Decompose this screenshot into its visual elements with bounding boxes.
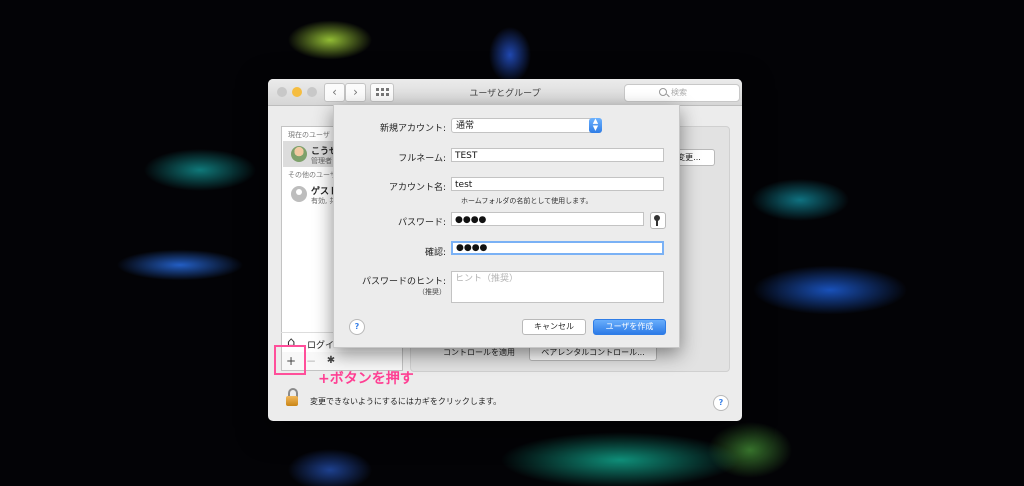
new-account-label: 新規アカウント: <box>379 124 446 134</box>
full-name-field[interactable]: TEST <box>451 148 664 162</box>
chevron-updown-icon: ▲ ▼ <box>589 118 602 133</box>
other-users-header: その他のユーザ <box>288 171 337 179</box>
annotation-text: +ボタンを押す <box>318 371 414 387</box>
search-placeholder: 検索 <box>671 88 687 97</box>
create-user-button[interactable]: ユーザを作成 <box>593 319 666 335</box>
account-type-value: 通常 <box>456 121 475 131</box>
help-button[interactable]: ? <box>713 395 729 411</box>
password-assistant-button[interactable] <box>650 212 666 229</box>
account-name-field[interactable]: test <box>451 177 664 191</box>
search-icon <box>659 88 667 96</box>
guest-avatar-icon <box>291 186 307 202</box>
account-name-note: ホームフォルダの名前として使用します。 <box>461 197 593 205</box>
hint-label: パスワードのヒント: <box>361 277 446 287</box>
password-field[interactable]: ●●●● <box>451 212 644 226</box>
lock-text: 変更できないようにするにはカギをクリックします。 <box>310 397 502 406</box>
avatar <box>291 146 307 162</box>
password-label: パスワード: <box>397 218 446 228</box>
verify-password-field[interactable]: ●●●● <box>451 241 664 255</box>
title-bar: ‹ › ユーザとグループ 検索 <box>268 79 742 106</box>
account-type-select[interactable]: 通常 ▲ ▼ <box>451 118 602 133</box>
lock-icon[interactable] <box>286 388 298 406</box>
controls-label: コントロールを適用 <box>443 348 515 357</box>
add-button-highlight <box>274 345 306 375</box>
verify-label: 確認: <box>424 248 446 258</box>
hint-sublabel: （推奨） <box>418 288 446 296</box>
current-users-header: 現在のユーザ <box>288 131 330 139</box>
new-user-sheet: 新規アカウント: 通常 ▲ ▼ フルネーム: TEST アカウント名: test … <box>333 105 680 348</box>
password-hint-field[interactable]: ヒント（推奨） <box>451 271 664 303</box>
search-input[interactable]: 検索 <box>624 84 740 102</box>
account-name-label: アカウント名: <box>388 183 446 193</box>
full-name-label: フルネーム: <box>398 154 446 164</box>
cancel-button[interactable]: キャンセル <box>522 319 586 335</box>
login-options-label: ログイ <box>307 341 335 351</box>
sheet-help-button[interactable]: ? <box>349 319 365 335</box>
user-role: 管理者 <box>311 157 332 165</box>
